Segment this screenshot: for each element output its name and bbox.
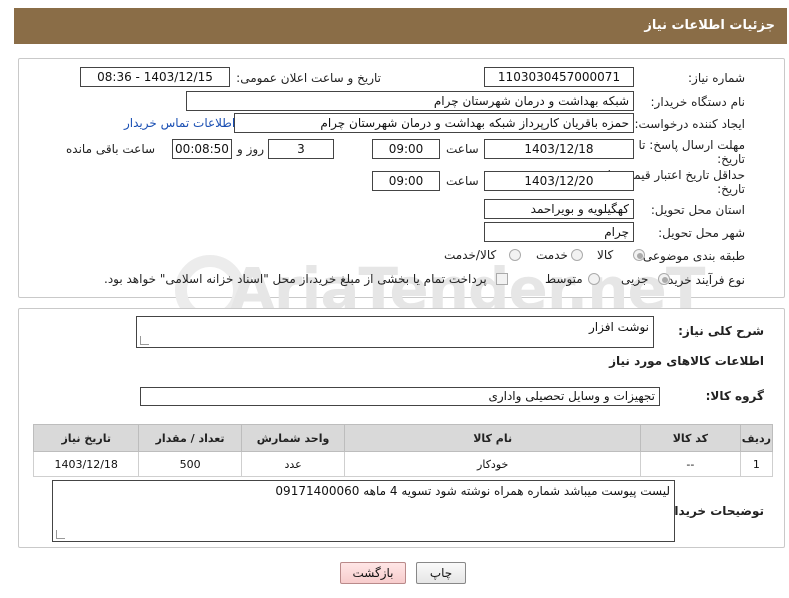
back-button[interactable]: بازگشت bbox=[340, 562, 406, 584]
announce-datetime-field[interactable]: 1403/12/15 - 08:36 bbox=[80, 67, 230, 87]
items-table: ردیف کد کالا نام کالا واحد شمارش تعداد /… bbox=[32, 424, 774, 477]
province-label: استان محل تحویل: bbox=[650, 203, 745, 217]
col-header-item-name: نام کالا bbox=[344, 424, 641, 452]
category-radio-service[interactable] bbox=[571, 249, 583, 261]
cell-quantity: 500 bbox=[138, 451, 242, 477]
treasury-payment-note: پرداخت تمام یا بخشی از مبلغ خرید،از محل … bbox=[104, 272, 487, 286]
cell-item-code: -- bbox=[639, 451, 741, 477]
col-header-item-code: کد کالا bbox=[639, 424, 741, 452]
col-header-row-number: ردیف bbox=[739, 424, 774, 452]
col-header-need-date: تاریخ نیاز bbox=[32, 424, 140, 452]
page-title: جزئیات اطلاعات نیاز bbox=[644, 18, 775, 33]
province-field[interactable]: کهگیلویه و بویراحمد bbox=[484, 199, 634, 219]
col-header-quantity: تعداد / مقدار bbox=[138, 424, 242, 452]
category-option-service: خدمت bbox=[536, 248, 568, 262]
process-radio-minor[interactable] bbox=[658, 273, 670, 285]
buyer-notes-label: توضیحات خریدار: bbox=[662, 504, 764, 518]
buyer-org-label: نام دستگاه خریدار: bbox=[650, 95, 746, 109]
goods-group-field[interactable]: تجهیزات و وسایل تحصیلی واداری bbox=[140, 387, 660, 406]
category-radio-goods[interactable] bbox=[633, 249, 645, 261]
need-number-field[interactable]: 1103030457000071 bbox=[484, 67, 634, 87]
process-radio-medium[interactable] bbox=[588, 273, 600, 285]
creator-field[interactable]: حمزه باقریان کارپرداز شبکه بهداشت و درما… bbox=[234, 113, 634, 133]
announce-datetime-label: تاریخ و ساعت اعلان عمومی: bbox=[236, 71, 381, 85]
print-button[interactable]: چاپ bbox=[416, 562, 466, 584]
deadline-date-field[interactable]: 1403/12/18 bbox=[484, 139, 634, 159]
table-row[interactable]: 1 -- خودکار عدد 500 1403/12/18 bbox=[32, 451, 774, 477]
remaining-time-label: ساعت باقی مانده bbox=[66, 142, 156, 156]
process-label: نوع فرآیند خرید : bbox=[660, 273, 745, 287]
price-validity-date-field[interactable]: 1403/12/20 bbox=[484, 171, 634, 191]
col-header-unit: واحد شمارش bbox=[240, 424, 346, 452]
items-table-header-row: ردیف کد کالا نام کالا واحد شمارش تعداد /… bbox=[32, 424, 774, 452]
category-option-goods: کالا bbox=[597, 248, 614, 262]
price-validity-label-line2: تاریخ: bbox=[717, 182, 745, 196]
price-validity-time-field[interactable]: 09:00 bbox=[372, 171, 440, 191]
deadline-label-line1: مهلت ارسال پاسخ: تا bbox=[638, 138, 745, 152]
buyer-notes-text: لیست پیوست میباشد شماره همراه نوشته شود … bbox=[275, 484, 670, 498]
days-label: روز و bbox=[237, 142, 264, 156]
cell-need-date: 1403/12/18 bbox=[32, 451, 140, 477]
deadline-time-label: ساعت bbox=[446, 142, 479, 156]
treasury-payment-checkbox[interactable] bbox=[496, 273, 508, 285]
process-option-minor: جزیی bbox=[621, 272, 649, 286]
goods-info-title: اطلاعات کالاهای مورد نیاز bbox=[609, 354, 764, 368]
cell-unit: عدد bbox=[240, 451, 346, 477]
need-description-text: نوشت افزار bbox=[588, 320, 649, 334]
cell-row-number: 1 bbox=[739, 451, 774, 477]
days-field[interactable]: 3 bbox=[268, 139, 334, 159]
category-label: طبقه بندی موضوعی: bbox=[638, 249, 745, 263]
creator-label: ایجاد کننده درخواست: bbox=[634, 117, 745, 131]
category-radio-goods-service[interactable] bbox=[509, 249, 521, 261]
need-description-field[interactable]: نوشت افزار bbox=[136, 316, 654, 348]
buyer-org-field[interactable]: شبکه بهداشت و درمان شهرستان چرام bbox=[186, 91, 634, 111]
category-option-goods-service: کالا/خدمت bbox=[444, 248, 497, 262]
page-header: جزئیات اطلاعات نیاز bbox=[14, 8, 787, 44]
remaining-time-field[interactable]: 00:08:50 bbox=[172, 139, 232, 159]
buyer-notes-field[interactable]: لیست پیوست میباشد شماره همراه نوشته شود … bbox=[52, 480, 675, 542]
need-description-label: شرح کلی نیاز: bbox=[678, 324, 764, 338]
city-field[interactable]: چرام bbox=[484, 222, 634, 242]
deadline-label-line2: تاریخ: bbox=[717, 152, 745, 166]
resize-grip-icon[interactable] bbox=[140, 336, 149, 345]
need-number-label: شماره نیاز: bbox=[688, 71, 745, 85]
buyer-contact-link[interactable]: اطلاعات تماس خریدار bbox=[124, 116, 235, 130]
resize-grip-icon[interactable] bbox=[56, 530, 65, 539]
cell-item-name: خودکار bbox=[344, 451, 641, 477]
process-option-medium: متوسط bbox=[545, 272, 583, 286]
price-validity-time-label: ساعت bbox=[446, 174, 479, 188]
goods-group-label: گروه کالا: bbox=[705, 389, 764, 403]
city-label: شهر محل تحویل: bbox=[658, 226, 745, 240]
deadline-time-field[interactable]: 09:00 bbox=[372, 139, 440, 159]
